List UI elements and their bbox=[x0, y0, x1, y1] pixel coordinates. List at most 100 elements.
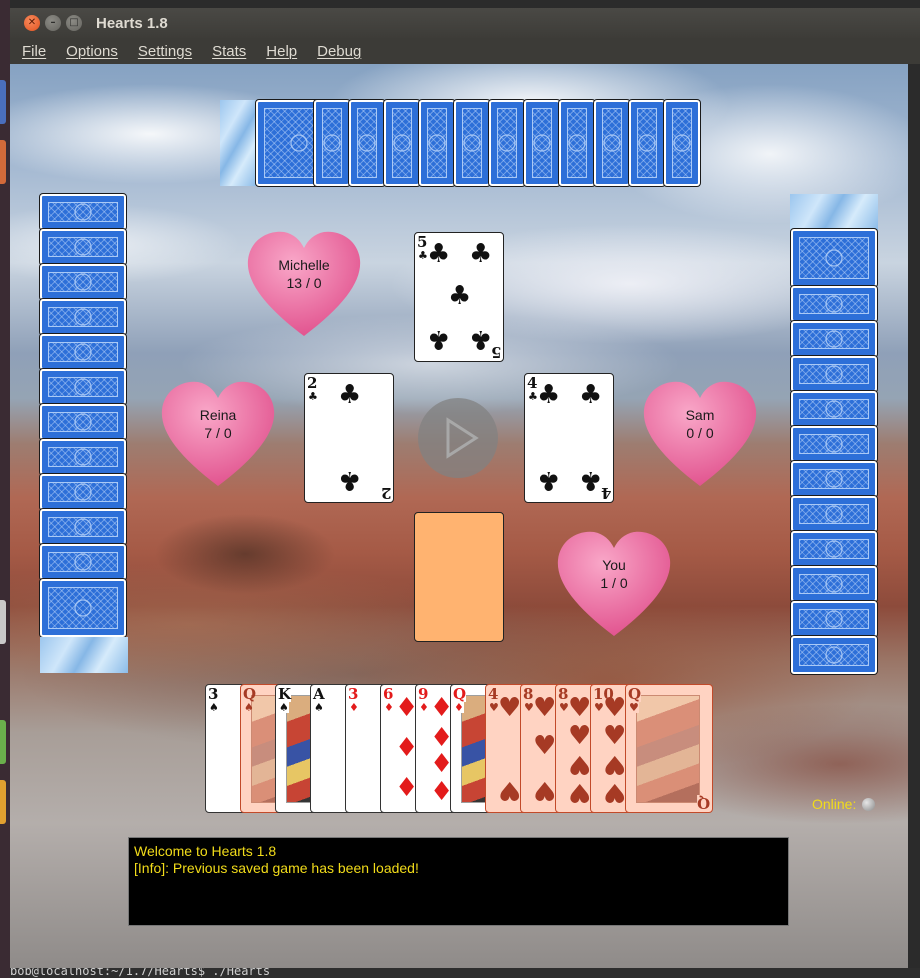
card-rank: Q bbox=[453, 685, 467, 703]
card-back bbox=[791, 426, 877, 462]
log-line: Welcome to Hearts 1.8 bbox=[134, 843, 277, 859]
heart-icon: ♥ bbox=[568, 721, 592, 751]
spade-icon: ♠ bbox=[314, 701, 324, 714]
card-back bbox=[524, 100, 560, 186]
menu-file[interactable]: File bbox=[22, 43, 46, 60]
online-indicator-icon bbox=[862, 797, 876, 811]
card-rank: K bbox=[278, 685, 292, 703]
card-rank: 6 bbox=[383, 685, 394, 703]
menu-stats[interactable]: Stats bbox=[212, 43, 246, 60]
message-log[interactable]: Welcome to Hearts 1.8 [Info]: Previous s… bbox=[128, 837, 789, 926]
dock-launcher-icon[interactable] bbox=[0, 600, 6, 644]
club-icon: ♣ bbox=[338, 380, 362, 410]
heart-icon: ♥ bbox=[603, 749, 627, 779]
dock-launcher-icon[interactable] bbox=[0, 720, 6, 764]
window-title: Hearts 1.8 bbox=[96, 14, 168, 32]
card-back bbox=[40, 544, 126, 580]
played-card-east: 4 ♣ ♣ ♣ ♣ ♣ 4 bbox=[524, 373, 614, 503]
game-board: Michelle 13 / 0 Reina 7 / 0 Sam 0 / 0 You 1 … bbox=[10, 64, 908, 968]
spade-icon: ♠ bbox=[279, 701, 289, 714]
card-back bbox=[40, 579, 126, 637]
club-icon: ♣ bbox=[579, 465, 603, 495]
card-back bbox=[40, 439, 126, 475]
player-name: Michelle bbox=[278, 257, 330, 273]
player-hand: 3 ♠ Q ♠ K ♠ A ♠ 3 ♦ 6 ♦ ♦ ♦ ♦ 9 ♦ ♦ ♦ ♦ … bbox=[205, 684, 717, 814]
player-score: 0 / 0 bbox=[686, 425, 714, 441]
heart-icon: ♥ bbox=[603, 693, 627, 723]
queen-face-art bbox=[636, 695, 700, 803]
heart-icon: ♥ bbox=[533, 693, 557, 723]
deck-edge bbox=[790, 194, 878, 230]
card-back bbox=[40, 194, 126, 230]
card-rank: Q bbox=[628, 685, 642, 703]
heart-icon: ♥ bbox=[498, 693, 522, 723]
dock-launcher-icon[interactable] bbox=[0, 780, 6, 824]
card-rank: 2 bbox=[380, 484, 391, 502]
maximize-window-button[interactable]: □ bbox=[66, 15, 82, 31]
card-back bbox=[40, 404, 126, 440]
club-icon: ♣ bbox=[338, 465, 362, 495]
menu-help[interactable]: Help bbox=[266, 43, 297, 60]
empty-card-slot[interactable] bbox=[414, 512, 504, 642]
card-back bbox=[791, 496, 877, 532]
card-back bbox=[384, 100, 420, 186]
played-card-north: 5 ♣ ♣ ♣ ♣ ♣ ♣ 5 bbox=[414, 232, 504, 362]
minimize-window-button[interactable]: – bbox=[45, 15, 61, 31]
card-back bbox=[40, 229, 126, 265]
heart-icon: ♥ bbox=[498, 775, 522, 805]
card-rank: 5 bbox=[417, 233, 428, 251]
card-back bbox=[40, 509, 126, 545]
player-name: Sam bbox=[685, 407, 715, 423]
player-west-badge: Reina 7 / 0 bbox=[158, 376, 278, 496]
online-status: Online: bbox=[812, 796, 876, 812]
player-score: 1 / 0 bbox=[600, 575, 628, 591]
card-back bbox=[791, 461, 877, 497]
diamond-icon: ♦ bbox=[349, 701, 359, 714]
card-back bbox=[40, 369, 126, 405]
club-icon: ♣ bbox=[427, 239, 451, 269]
played-card-west: 2 ♣ ♣ ♣ 2 bbox=[304, 373, 394, 503]
card-back bbox=[419, 100, 455, 186]
menu-debug[interactable]: Debug bbox=[317, 43, 361, 60]
hearts-app: ✕ – □ Hearts 1.8 File Options Settings S… bbox=[0, 0, 920, 978]
hand-card[interactable]: Q ♥ Q bbox=[625, 684, 713, 813]
card-rank: A bbox=[313, 685, 325, 703]
club-icon: ♣ bbox=[448, 281, 472, 311]
club-icon: ♣ bbox=[537, 380, 561, 410]
spade-icon: ♠ bbox=[244, 701, 254, 714]
dock-launcher-icon[interactable] bbox=[0, 140, 6, 184]
menu-options[interactable]: Options bbox=[66, 43, 118, 60]
club-icon: ♣ bbox=[308, 390, 318, 403]
card-back bbox=[664, 100, 700, 186]
online-label: Online: bbox=[812, 796, 857, 812]
menu-settings[interactable]: Settings bbox=[138, 43, 192, 60]
player-north-badge: Michelle 13 / 0 bbox=[244, 226, 364, 346]
dock-launcher-icon[interactable] bbox=[0, 80, 6, 124]
heart-icon: ♥ bbox=[533, 731, 557, 761]
card-back bbox=[594, 100, 630, 186]
window-titlebar[interactable]: ✕ – □ Hearts 1.8 bbox=[10, 8, 920, 38]
terminal-text: bob@localhost:~/1.7/Hearts$ ./Hearts bbox=[10, 968, 271, 978]
diamond-icon: ♦ bbox=[454, 701, 464, 714]
play-button[interactable] bbox=[418, 398, 498, 478]
heart-icon: ♥ bbox=[533, 775, 557, 805]
card-back bbox=[791, 356, 877, 392]
close-window-button[interactable]: ✕ bbox=[24, 15, 40, 31]
card-rank: 4 bbox=[600, 484, 611, 502]
card-rank: 4 bbox=[488, 685, 499, 703]
card-back bbox=[791, 391, 877, 427]
card-back bbox=[489, 100, 525, 186]
card-back bbox=[40, 299, 126, 335]
club-icon: ♣ bbox=[469, 324, 493, 354]
player-south-badge: You 1 / 0 bbox=[554, 526, 674, 646]
deck-edge bbox=[40, 637, 128, 673]
terminal-behind: bob@localhost:~/1.7/Hearts$ ./Hearts bbox=[10, 968, 920, 978]
club-icon: ♣ bbox=[469, 239, 493, 269]
card-back bbox=[559, 100, 595, 186]
player-score: 7 / 0 bbox=[204, 425, 232, 441]
club-icon: ♣ bbox=[579, 380, 603, 410]
card-rank: 8 bbox=[558, 685, 569, 703]
card-back bbox=[349, 100, 385, 186]
heart-icon: ♥ bbox=[603, 777, 627, 807]
heart-icon: ♥ bbox=[568, 693, 592, 723]
